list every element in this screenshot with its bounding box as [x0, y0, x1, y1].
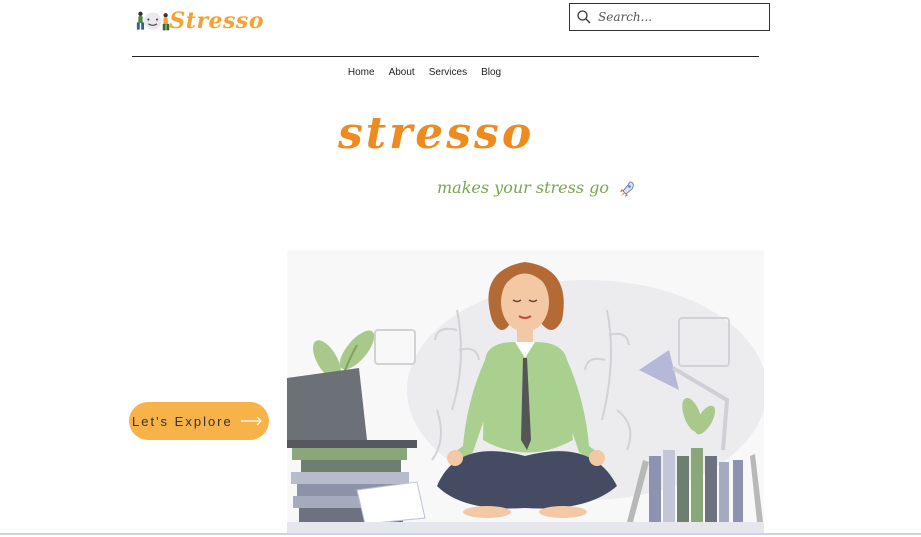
tagline-text: makes your stress go — [437, 178, 610, 197]
rocket-icon — [620, 181, 634, 197]
nav-item-home[interactable]: Home — [348, 67, 375, 78]
logo-figures-icon — [136, 11, 170, 31]
arrow-right-icon — [240, 416, 262, 426]
search-box[interactable] — [569, 3, 770, 31]
page-bottom-border — [0, 533, 921, 535]
main-nav: Home About Services Blog — [0, 67, 921, 78]
meditation-illustration — [287, 250, 764, 534]
header-divider — [132, 56, 759, 57]
search-input[interactable] — [598, 10, 758, 24]
explore-button[interactable]: Let's Explore — [129, 402, 269, 440]
hero-tagline: makes your stress go — [437, 178, 636, 198]
nav-item-blog[interactable]: Blog — [481, 67, 501, 78]
site-logo[interactable]: Stresso — [134, 4, 264, 38]
nav-item-about[interactable]: About — [389, 67, 415, 78]
explore-button-label: Let's Explore — [132, 413, 233, 429]
logo-text: Stresso — [169, 8, 264, 34]
hero-title: stresso — [338, 108, 535, 159]
nav-item-services[interactable]: Services — [429, 67, 467, 78]
search-icon — [577, 10, 591, 24]
